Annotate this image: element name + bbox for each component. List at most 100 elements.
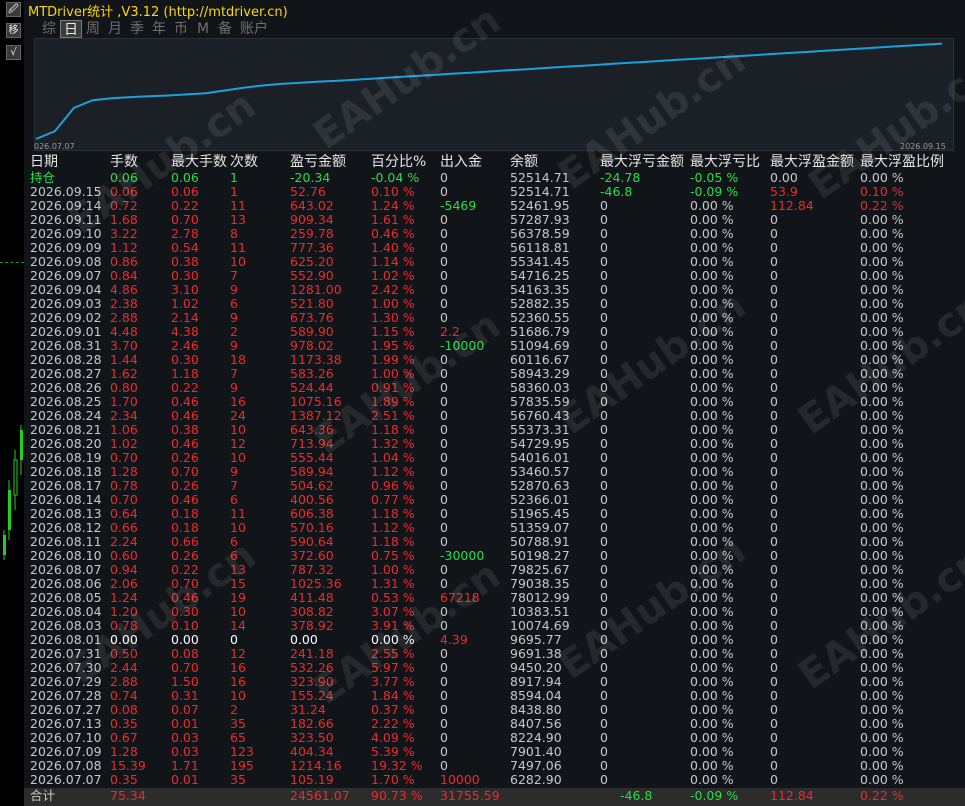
cell: 0 <box>440 296 448 311</box>
cell: 1.30 % <box>371 310 415 325</box>
cell: 1.24 <box>110 590 138 605</box>
cell: 0.54 <box>171 240 199 255</box>
cell: 0 <box>770 618 778 633</box>
cell: 2026.09.11 <box>30 212 102 227</box>
cell: 0.00 <box>290 632 318 647</box>
holding-pct: -0.04 % <box>371 170 420 185</box>
cell: -10000 <box>440 338 485 353</box>
cell: 9691.38 <box>510 646 562 661</box>
tab-5[interactable]: 年 <box>148 20 170 38</box>
cell: 0 <box>440 184 448 199</box>
tab-0[interactable]: 综 <box>38 20 60 38</box>
cell: 0.00 % <box>860 716 904 731</box>
cell: 909.34 <box>290 212 334 227</box>
cell: 0 <box>440 730 448 745</box>
cell: 1281.00 <box>290 282 342 297</box>
cell: 0 <box>440 226 448 241</box>
cell: 555.44 <box>290 450 334 465</box>
tab-8[interactable]: 备 <box>214 20 236 38</box>
cell: 0.18 <box>171 506 199 521</box>
cell: 2026.08.27 <box>30 366 102 381</box>
cell: 78012.99 <box>510 590 570 605</box>
cell: 58943.29 <box>510 366 570 381</box>
table-row: 2026.08.11 2.24 0.66 6 590.64 1.18 % 0 50788.91… <box>30 535 965 549</box>
tab-1[interactable]: 日 <box>60 20 82 38</box>
move-icon[interactable]: 移 <box>6 23 21 38</box>
cell: 0.00 % <box>690 394 734 409</box>
cell: 0 <box>440 492 448 507</box>
cell: 1.12 % <box>371 520 415 535</box>
candlestick-fragment <box>3 425 23 560</box>
table-row: 2026.07.30 2.44 0.70 16 532.26 5.97 % 0 9450.20… <box>30 661 965 675</box>
cell: 0.94 <box>110 562 138 577</box>
cell: 0 <box>770 534 778 549</box>
cell: 105.19 <box>290 772 334 787</box>
cell: 0.00 % <box>860 240 904 255</box>
cell: 51359.07 <box>510 520 570 535</box>
cell: 0.00 % <box>690 674 734 689</box>
cell: 0.00 % <box>860 492 904 507</box>
tab-6[interactable]: 币 <box>170 20 192 38</box>
cell: 0.00 % <box>690 268 734 283</box>
cell: 2026.09.07 <box>30 268 102 283</box>
cell: 79038.35 <box>510 576 570 591</box>
cell: 50788.91 <box>510 534 570 549</box>
cell: 0.00 % <box>860 212 904 227</box>
cell: 0 <box>770 520 778 535</box>
cell: 1.99 % <box>371 352 415 367</box>
cell: 0.00 % <box>690 492 734 507</box>
cell: 2026.09.08 <box>30 254 102 269</box>
cell: 0.00 % <box>690 282 734 297</box>
cell: 5.97 % <box>371 660 415 675</box>
checkmark-icon[interactable]: √ <box>6 45 21 60</box>
cell: 4.86 <box>110 282 138 297</box>
table-row: 2026.08.27 1.62 1.18 7 583.26 1.00 % 0 58943.29… <box>30 367 965 381</box>
cell: 583.26 <box>290 366 334 381</box>
cell: 0 <box>440 744 448 759</box>
tab-3[interactable]: 月 <box>104 20 126 38</box>
tab-9[interactable]: 账户 <box>236 20 272 38</box>
cell: 123 <box>230 744 254 759</box>
cell: 713.94 <box>290 436 334 451</box>
cell: 0.00 % <box>690 506 734 521</box>
cell: 0 <box>440 352 448 367</box>
cell: 55341.45 <box>510 254 570 269</box>
total-max-gain: 112.84 <box>770 788 814 803</box>
cell: 0 <box>600 436 608 451</box>
tab-7[interactable]: M <box>192 20 214 38</box>
header-max-float-gain-pct: 最大浮盈比例 <box>860 154 944 170</box>
cell: 0.70 <box>110 492 138 507</box>
cell: 0 <box>770 338 778 353</box>
cell: 0.46 <box>171 590 199 605</box>
total-row: 合计 75.34 24561.07 90.73 % 31755.59 -46.8… <box>30 789 965 803</box>
cell: 1.00 % <box>371 366 415 381</box>
cell: 606.38 <box>290 506 334 521</box>
cell: 978.02 <box>290 338 334 353</box>
tab-4[interactable]: 季 <box>126 20 148 38</box>
cell: 2.78 <box>171 226 199 241</box>
cell: 0.91 % <box>371 380 415 395</box>
cell: 51965.45 <box>510 506 570 521</box>
cell: 0.00 <box>110 632 138 647</box>
table-row: 2026.08.12 0.66 0.18 10 570.16 1.12 % 0 51359.0… <box>30 521 965 535</box>
cell: 0 <box>770 226 778 241</box>
cell: 0 <box>600 618 608 633</box>
table-row: 2026.09.15 0.06 0.06 1 52.76 0.10 % 0 52514.71 -… <box>30 185 965 199</box>
pencil-icon[interactable]: 🖉 <box>6 2 21 17</box>
cell: 0 <box>440 534 448 549</box>
cell: 0 <box>440 450 448 465</box>
total-label: 合计 <box>30 788 56 803</box>
cell: 0.00 % <box>860 534 904 549</box>
cell: 4.48 <box>110 324 138 339</box>
cell: 0.06 <box>171 184 199 199</box>
cell: 0.60 <box>110 548 138 563</box>
cell: 0.46 <box>171 436 199 451</box>
cell: 0.22 <box>171 380 199 395</box>
cell: 0.00 % <box>690 296 734 311</box>
table-row: 2026.07.09 1.28 0.03 123 404.34 5.39 % 0 7901.4… <box>30 745 965 759</box>
cell: 0.10 % <box>860 184 904 199</box>
table-row: 2026.07.31 0.50 0.08 12 241.18 2.55 % 0 9691.38… <box>30 647 965 661</box>
cell: 1.00 % <box>371 296 415 311</box>
tab-2[interactable]: 周 <box>82 20 104 38</box>
cell: 15.39 <box>110 758 146 773</box>
